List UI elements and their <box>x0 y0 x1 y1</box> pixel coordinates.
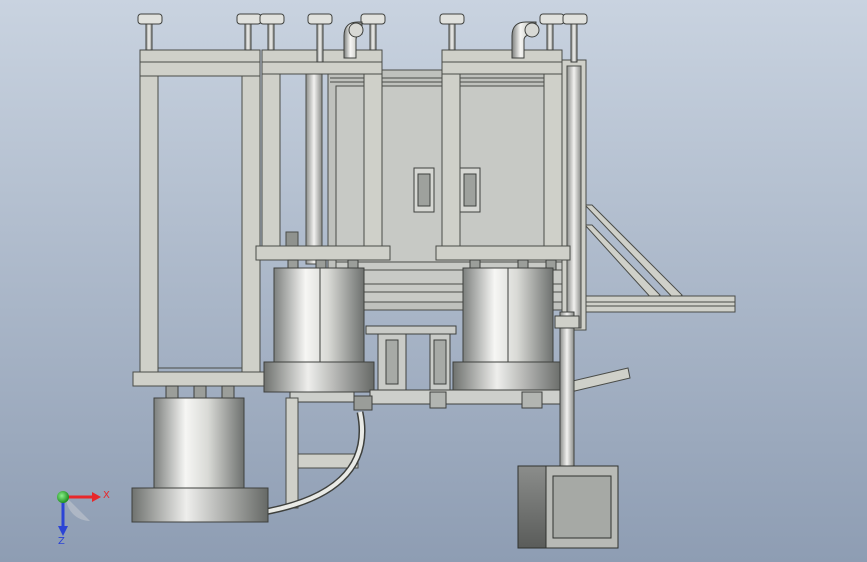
axis-x-label: X <box>103 490 110 501</box>
axis-z-label: Z <box>58 536 65 547</box>
mid-plate-right[interactable] <box>435 245 571 261</box>
cylinder-right[interactable] <box>452 259 564 393</box>
housing-latch-left[interactable] <box>413 167 435 213</box>
cad-model-scene[interactable]: X Z <box>0 0 867 562</box>
housing-latch-right[interactable] <box>459 167 481 213</box>
middle-frame[interactable] <box>261 49 383 265</box>
cylinder-left[interactable] <box>263 259 375 393</box>
cad-viewport[interactable]: X Z <box>0 0 867 562</box>
motor-box[interactable] <box>517 465 619 549</box>
